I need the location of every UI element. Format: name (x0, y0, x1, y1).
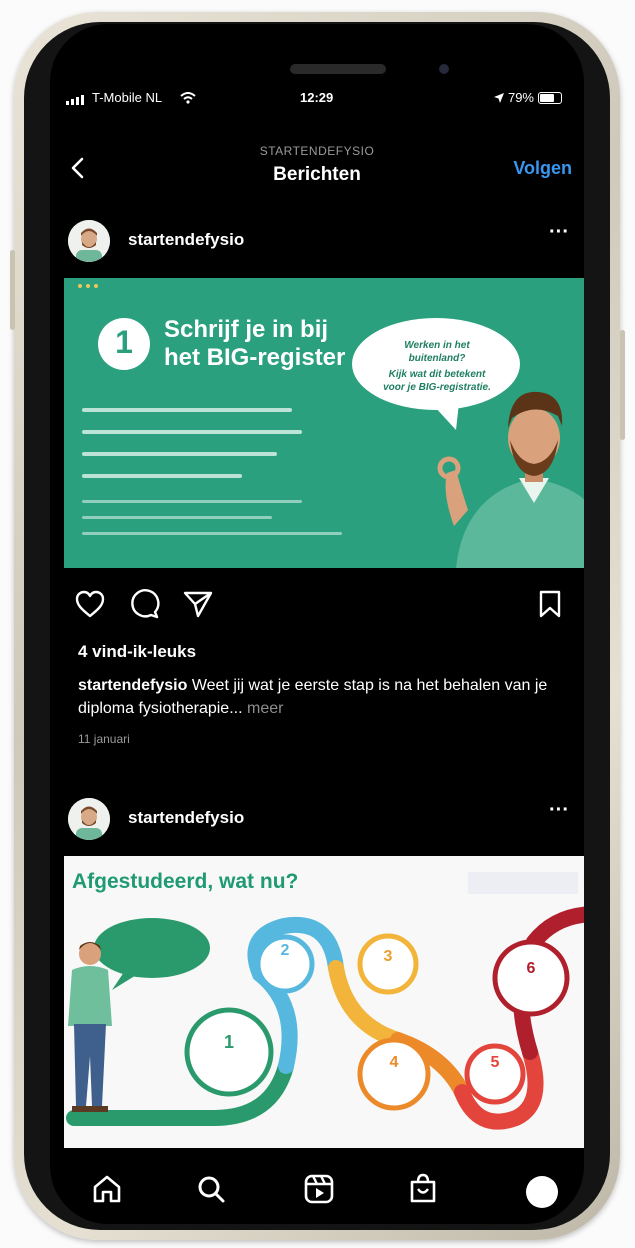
carrier-name: T-Mobile NL (92, 90, 163, 105)
reels-icon[interactable] (302, 1172, 336, 1206)
follow-button[interactable]: Volgen (513, 158, 572, 179)
bubble-line1: Werken in het (404, 340, 470, 351)
likes-count[interactable]: 4 vind-ik-leuks (78, 642, 196, 662)
nav-subtitle: STARTENDEFYSIO (259, 144, 375, 158)
caption-more-link[interactable]: meer (247, 700, 283, 717)
step-number-6: 6 (526, 960, 536, 977)
post-date: 11 januari (78, 732, 130, 746)
search-icon[interactable] (194, 1172, 228, 1206)
battery-percent: 79% (507, 90, 534, 105)
more-icon[interactable]: ··· (544, 800, 574, 824)
caption-username[interactable]: startendefysio (78, 677, 187, 694)
battery-indicator: 79% (493, 90, 562, 105)
post-header: startendefysio ··· (50, 216, 584, 268)
post-caption: startendefysio Weet jij wat je eerste st… (78, 674, 568, 720)
slide-title-line1: Schrijf je in bij (164, 316, 329, 343)
phone-side-button-left (10, 250, 15, 330)
slide-title-line2: het BIG-register (164, 344, 346, 371)
step-number-1: 1 (223, 1032, 234, 1052)
clock: 12:29 (300, 90, 334, 105)
bubble-line4: voor je BIG-registratie. (383, 382, 491, 393)
roadmap-graphic (64, 856, 584, 1148)
location-arrow-icon (493, 92, 504, 103)
phone-side-button-right (620, 330, 625, 440)
slide-number: 1 (115, 324, 133, 360)
share-icon[interactable] (182, 588, 214, 620)
post-image[interactable]: Afgestudeerd, wat nu? 1 2 3 4 5 6 (64, 856, 584, 1148)
bubble-line3: Kijk wat dit betekent (388, 369, 486, 380)
post-actions (50, 584, 584, 624)
step-number-4: 4 (389, 1054, 399, 1071)
step-number-3: 3 (383, 948, 393, 965)
screen: T-Mobile NL 12:29 79% STARTENDEFYSIO Ber… (50, 24, 584, 1224)
bubble-line2: buitenland? (408, 353, 466, 364)
bookmark-icon[interactable] (534, 588, 566, 620)
home-icon[interactable] (90, 1172, 124, 1206)
comment-icon[interactable] (128, 588, 160, 620)
post-username[interactable]: startendefysio (128, 808, 244, 828)
speaker (290, 64, 386, 74)
tab-bar (50, 1164, 584, 1224)
profile-icon[interactable] (526, 1176, 558, 1208)
shop-icon[interactable] (406, 1172, 440, 1206)
navigation-bar: STARTENDEFYSIO Berichten Volgen (50, 136, 584, 192)
step-number-2: 2 (280, 942, 290, 959)
post-username[interactable]: startendefysio (128, 230, 244, 250)
battery-icon (538, 91, 562, 104)
more-icon[interactable]: ··· (544, 222, 574, 246)
avatar[interactable] (68, 220, 110, 262)
wifi-icon (180, 92, 196, 104)
slide-title: Afgestudeerd, wat nu? (72, 870, 299, 893)
step-number-5: 5 (490, 1054, 500, 1071)
signal-icon (66, 95, 84, 105)
front-camera (439, 64, 449, 74)
avatar[interactable] (68, 798, 110, 840)
post-image[interactable]: 1 Schrijf je in bij het BIG-register Wer… (64, 278, 584, 568)
post-header: startendefysio ··· (50, 794, 584, 846)
heart-icon[interactable] (74, 588, 106, 620)
nav-title: Berichten (273, 164, 361, 185)
status-bar: T-Mobile NL 12:29 79% (50, 84, 584, 114)
